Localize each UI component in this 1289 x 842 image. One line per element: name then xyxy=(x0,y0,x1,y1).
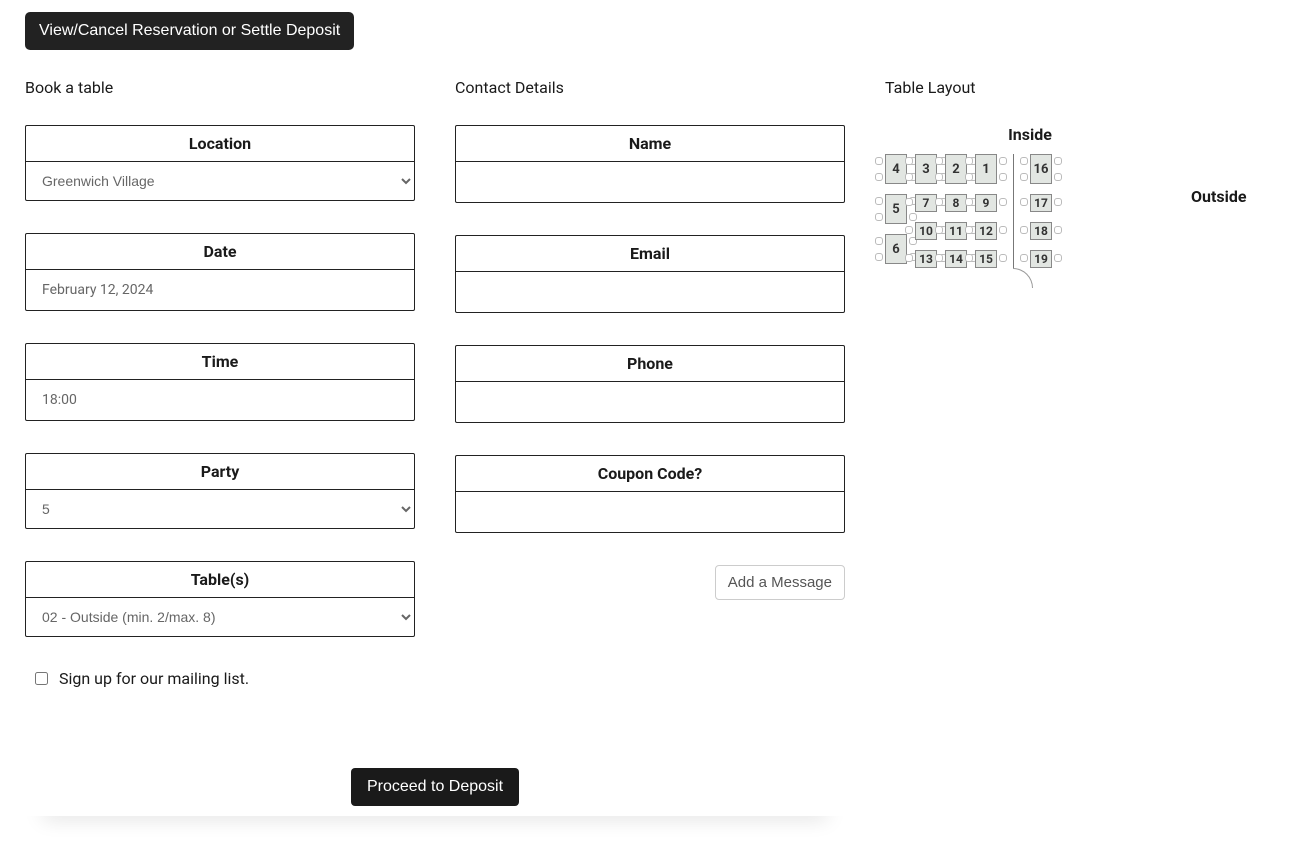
table-4[interactable]: 4 xyxy=(885,154,907,184)
chair-icon xyxy=(1020,198,1028,206)
contact-title: Contact Details xyxy=(455,78,845,97)
chair-icon xyxy=(875,157,883,165)
chair-icon xyxy=(965,157,973,165)
chair-icon xyxy=(905,198,913,206)
name-field: Name xyxy=(455,125,845,203)
time-label: Time xyxy=(26,344,414,380)
chair-icon xyxy=(1020,226,1028,234)
chair-icon xyxy=(1054,157,1062,165)
door-icon xyxy=(1013,268,1033,288)
phone-label: Phone xyxy=(456,346,844,382)
location-label: Location xyxy=(26,126,414,162)
chair-icon xyxy=(999,254,1007,262)
chair-icon xyxy=(1054,226,1062,234)
layout-title: Table Layout xyxy=(885,78,1264,97)
table-17[interactable]: 17 xyxy=(1030,194,1052,212)
coupon-field: Coupon Code? xyxy=(455,455,845,533)
chair-icon xyxy=(909,213,917,221)
date-value[interactable]: February 12, 2024 xyxy=(26,270,414,310)
mailing-checkbox[interactable] xyxy=(35,672,48,685)
date-label: Date xyxy=(26,234,414,270)
table-10[interactable]: 10 xyxy=(915,222,937,240)
tables-select[interactable]: 02 - Outside (min. 2/max. 8) xyxy=(26,598,414,636)
chair-icon xyxy=(875,173,883,181)
chair-icon xyxy=(905,173,913,181)
outside-label: Outside xyxy=(1191,187,1247,206)
chair-icon xyxy=(965,198,973,206)
chair-icon xyxy=(1020,173,1028,181)
chair-icon xyxy=(935,173,943,181)
email-field: Email xyxy=(455,235,845,313)
chair-icon xyxy=(1054,254,1062,262)
table-16[interactable]: 16 xyxy=(1030,154,1052,184)
view-cancel-button[interactable]: View/Cancel Reservation or Settle Deposi… xyxy=(25,12,354,50)
chair-icon xyxy=(935,157,943,165)
chair-icon xyxy=(1020,157,1028,165)
coupon-input[interactable] xyxy=(456,492,844,532)
name-input[interactable] xyxy=(456,162,844,202)
chair-icon xyxy=(1054,173,1062,181)
table-7[interactable]: 7 xyxy=(915,194,937,212)
table-15[interactable]: 15 xyxy=(975,250,997,268)
mailing-row[interactable]: Sign up for our mailing list. xyxy=(25,669,415,688)
location-select[interactable]: Greenwich Village xyxy=(26,162,414,200)
table-6[interactable]: 6 xyxy=(885,234,907,264)
table-19[interactable]: 19 xyxy=(1030,250,1052,268)
email-input[interactable] xyxy=(456,272,844,312)
phone-field: Phone xyxy=(455,345,845,423)
table-layout-diagram: Inside 456 371013 281114 191215 16171819… xyxy=(885,125,1264,268)
email-label: Email xyxy=(456,236,844,272)
chair-icon xyxy=(965,173,973,181)
table-12[interactable]: 12 xyxy=(975,222,997,240)
date-field: Date February 12, 2024 xyxy=(25,233,415,311)
party-select[interactable]: 5 xyxy=(26,490,414,528)
time-field: Time 18:00 xyxy=(25,343,415,421)
time-value[interactable]: 18:00 xyxy=(26,380,414,420)
chair-icon xyxy=(875,237,883,245)
add-message-button[interactable]: Add a Message xyxy=(715,565,845,600)
chair-icon xyxy=(905,157,913,165)
table-18[interactable]: 18 xyxy=(1030,222,1052,240)
chair-icon xyxy=(875,197,883,205)
chair-icon xyxy=(935,254,943,262)
table-13[interactable]: 13 xyxy=(915,250,937,268)
chair-icon xyxy=(999,198,1007,206)
chair-icon xyxy=(875,253,883,261)
table-5[interactable]: 5 xyxy=(885,194,907,224)
table-1[interactable]: 1 xyxy=(975,154,997,184)
chair-icon xyxy=(999,157,1007,165)
inside-label: Inside xyxy=(885,125,1175,144)
table-14[interactable]: 14 xyxy=(945,250,967,268)
chair-icon xyxy=(1020,254,1028,262)
chair-icon xyxy=(965,254,973,262)
party-field: Party 5 xyxy=(25,453,415,529)
chair-icon xyxy=(935,226,943,234)
chair-icon xyxy=(965,226,973,234)
table-11[interactable]: 11 xyxy=(945,222,967,240)
chair-icon xyxy=(935,198,943,206)
party-label: Party xyxy=(26,454,414,490)
phone-input[interactable] xyxy=(456,382,844,422)
proceed-button[interactable]: Proceed to Deposit xyxy=(351,768,519,806)
tables-label: Table(s) xyxy=(26,562,414,598)
wall-divider xyxy=(1013,154,1014,268)
chair-icon xyxy=(999,226,1007,234)
mailing-label: Sign up for our mailing list. xyxy=(59,669,249,688)
chair-icon xyxy=(905,226,913,234)
location-field: Location Greenwich Village xyxy=(25,125,415,201)
chair-icon xyxy=(999,173,1007,181)
tables-field: Table(s) 02 - Outside (min. 2/max. 8) xyxy=(25,561,415,637)
chair-icon xyxy=(875,213,883,221)
table-2[interactable]: 2 xyxy=(945,154,967,184)
name-label: Name xyxy=(456,126,844,162)
chair-icon xyxy=(905,254,913,262)
coupon-label: Coupon Code? xyxy=(456,456,844,492)
table-3[interactable]: 3 xyxy=(915,154,937,184)
table-8[interactable]: 8 xyxy=(945,194,967,212)
book-title: Book a table xyxy=(25,78,415,97)
table-9[interactable]: 9 xyxy=(975,194,997,212)
chair-icon xyxy=(1054,198,1062,206)
